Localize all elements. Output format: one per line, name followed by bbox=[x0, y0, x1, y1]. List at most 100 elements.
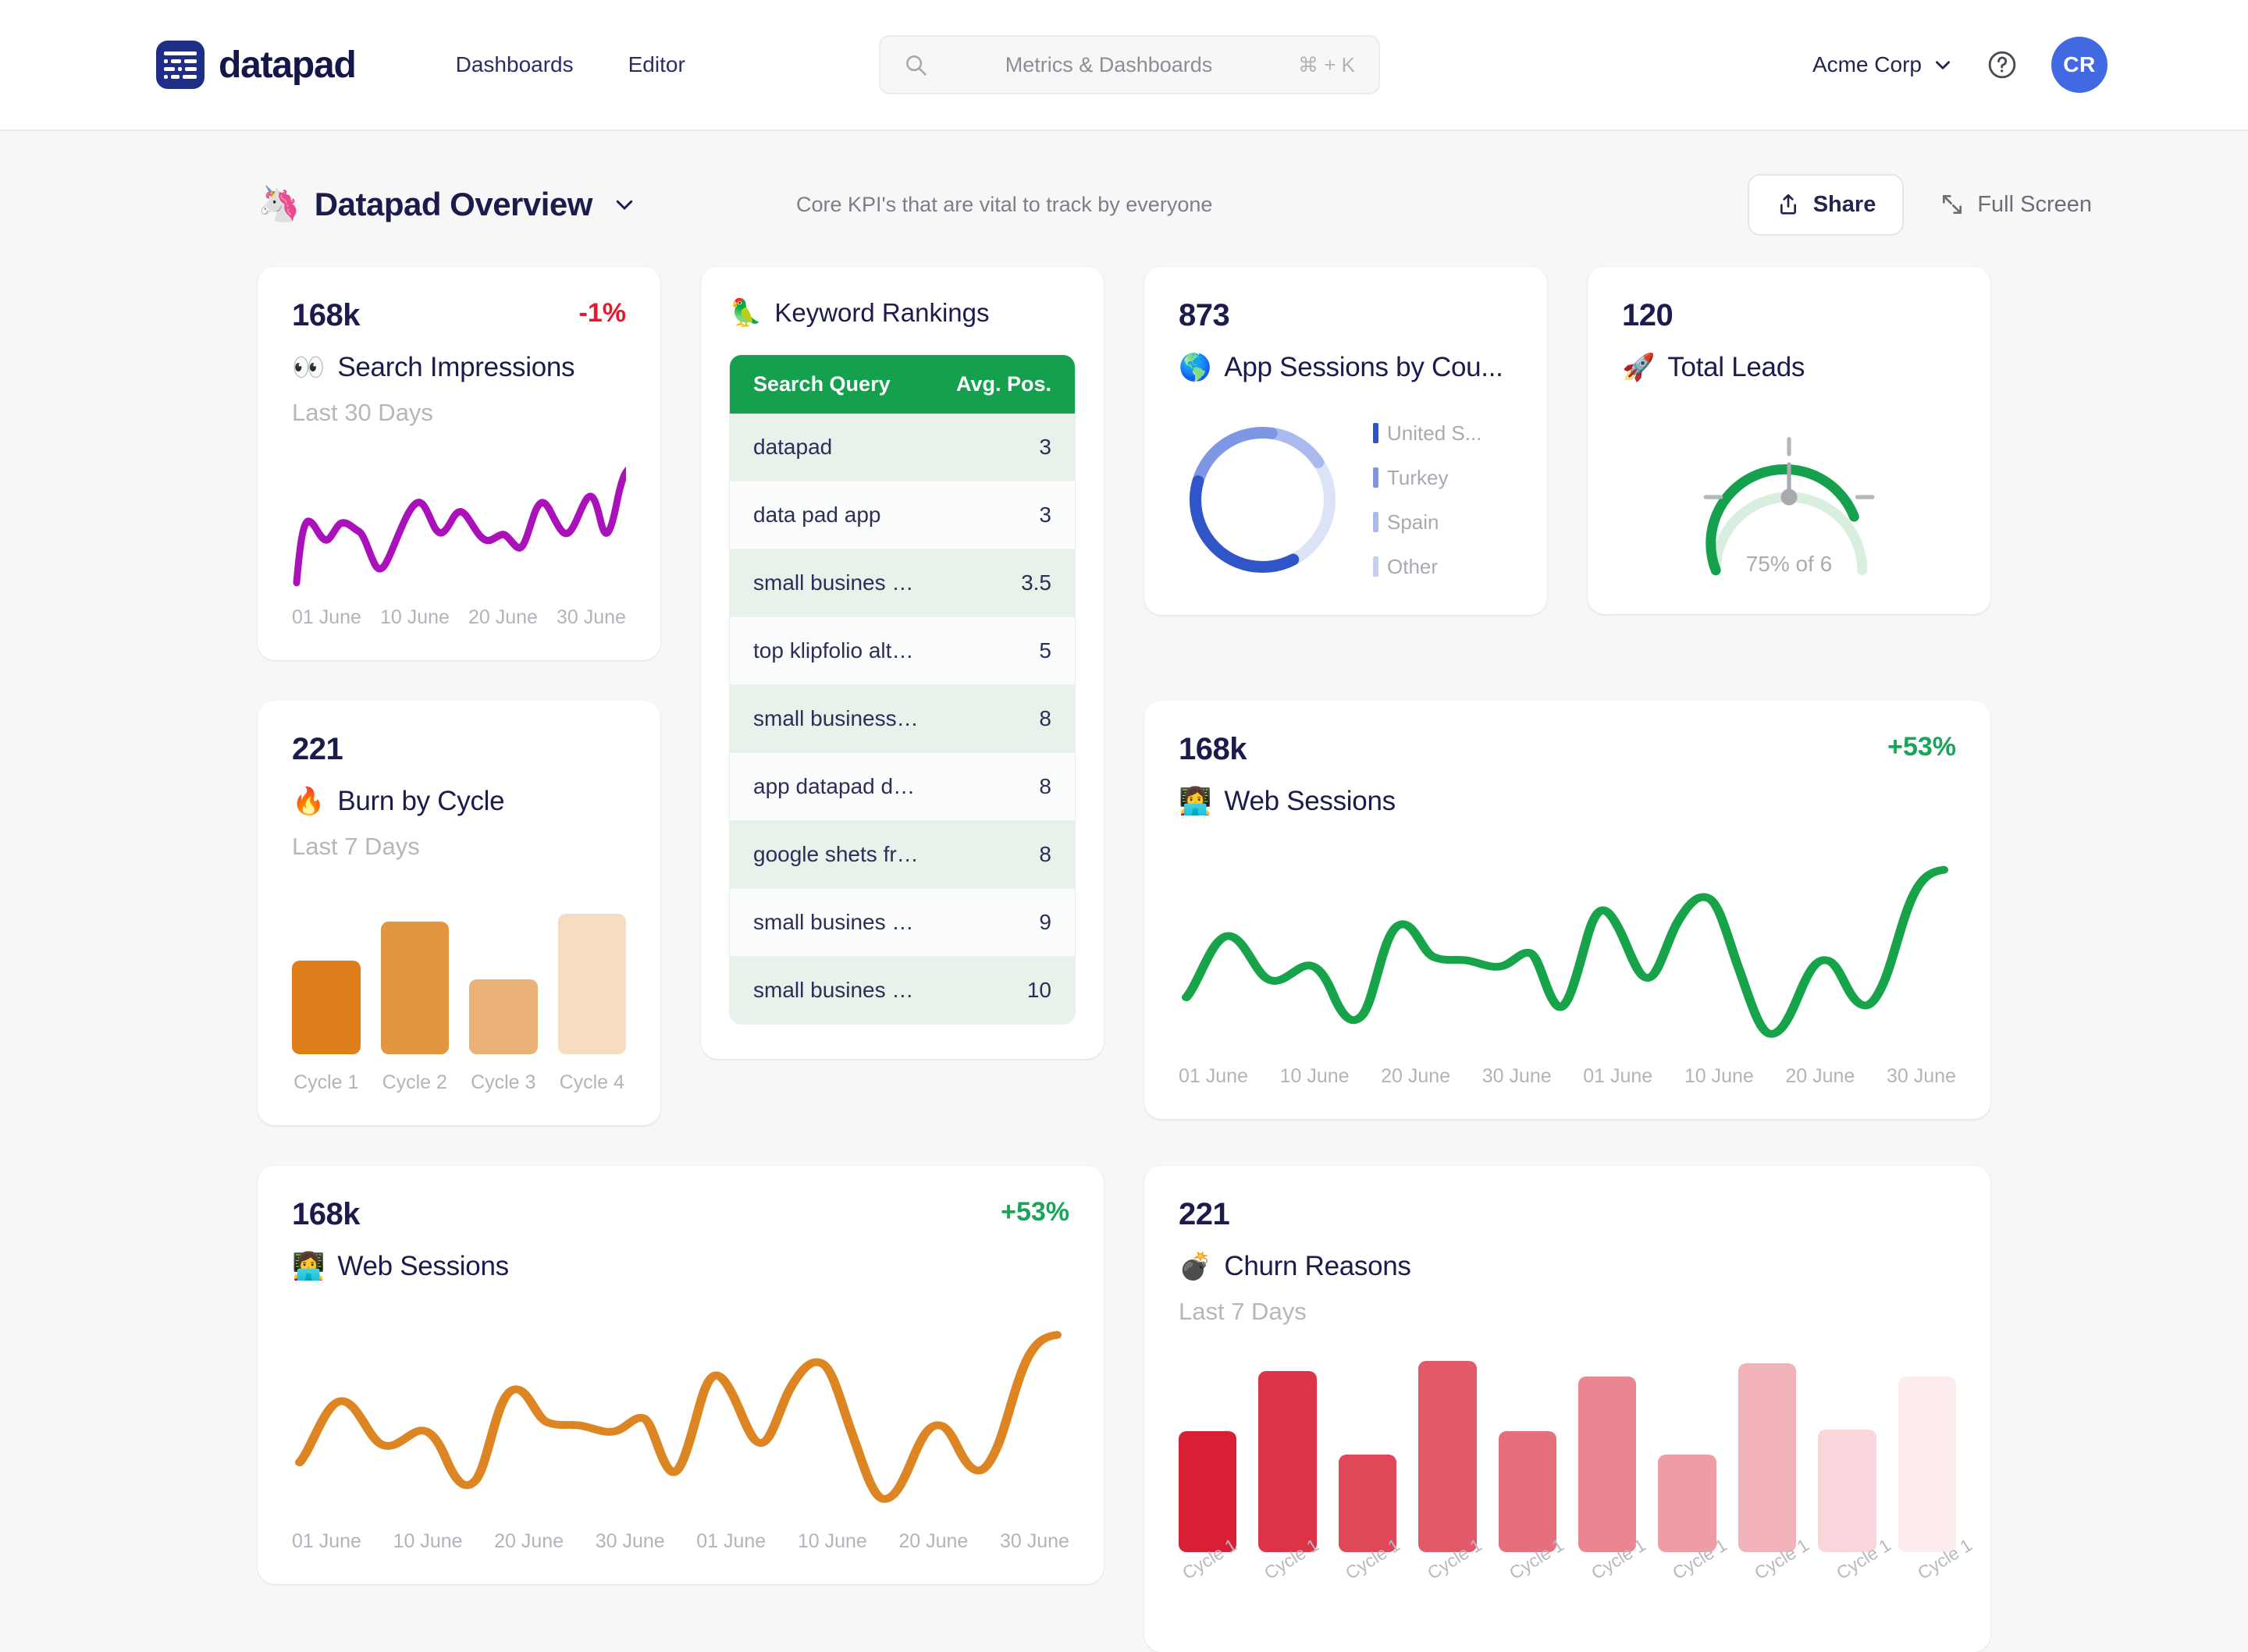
x-axis-labels: 01 June 10 June 20 June 30 June bbox=[292, 606, 626, 629]
fullscreen-button-label: Full Screen bbox=[1977, 191, 2092, 217]
x-tick: Cycle 3 bbox=[471, 1071, 536, 1093]
table-row[interactable]: small business kpis 8 bbox=[730, 685, 1075, 753]
keyword-rankings-table: Search Query Avg. Pos. datapad 3 data pa… bbox=[729, 354, 1076, 1025]
status-badge: +53% bbox=[1887, 732, 1956, 762]
cell-position: 5 bbox=[1039, 638, 1051, 663]
nav-item-dashboards[interactable]: Dashboards bbox=[456, 52, 574, 77]
legend-label: Turkey bbox=[1387, 465, 1449, 489]
cell-query: google shets free t... bbox=[753, 842, 934, 866]
legend-label: Other bbox=[1387, 554, 1439, 578]
globe-icon: 🌎 bbox=[1179, 353, 1212, 382]
kpi-value: 168k bbox=[1179, 732, 1247, 766]
share-upload-icon bbox=[1780, 194, 1796, 215]
table-row[interactable]: app datapad dashb... 8 bbox=[730, 753, 1075, 821]
eyes-icon: 👀 bbox=[292, 353, 325, 382]
share-button[interactable]: Share bbox=[1747, 173, 1905, 236]
card-topline: 168k +53% bbox=[1179, 732, 1956, 767]
legend-item: United S... bbox=[1373, 421, 1481, 446]
card-title-label: Web Sessions bbox=[1224, 786, 1396, 816]
table-row[interactable]: datapad 3 bbox=[730, 414, 1075, 481]
card-burn-by-cycle[interactable]: 221 🔥 Burn by Cycle Last 7 Days Cycle 1 … bbox=[258, 701, 660, 1125]
cell-query: data pad app bbox=[753, 503, 881, 527]
kpi-value: 168k bbox=[292, 298, 360, 332]
card-title-label: Search Impressions bbox=[337, 352, 575, 382]
card-title: 💣 Churn Reasons bbox=[1179, 1251, 1956, 1282]
woman-technologist-icon: 👩‍💻 bbox=[292, 1252, 325, 1281]
card-period: Last 30 Days bbox=[292, 399, 433, 426]
card-title-label: App Sessions by Cou... bbox=[1224, 352, 1503, 382]
x-tick: Cycle 4 bbox=[559, 1071, 624, 1093]
burn-by-cycle-bar-chart bbox=[292, 898, 626, 1054]
legend-item: Other bbox=[1373, 555, 1481, 579]
cell-query: top klipfolio alterna... bbox=[753, 638, 934, 663]
cell-position: 9 bbox=[1039, 910, 1051, 934]
card-topline: 221 bbox=[292, 732, 626, 767]
card-churn-reasons[interactable]: 221 💣 Churn Reasons Last 7 Days Cycle 1 … bbox=[1144, 1166, 1990, 1652]
card-app-sessions[interactable]: 873 🌎 App Sessions by Cou... United S... bbox=[1144, 267, 1547, 615]
card-title: 👩‍💻 Web Sessions bbox=[292, 1251, 1069, 1282]
web-sessions-orange-line-chart bbox=[294, 1330, 1062, 1503]
x-tick: 10 June bbox=[393, 1530, 463, 1552]
x-axis-labels: Cycle 1 Cycle 1 Cycle 1 Cycle 1 Cycle 1 … bbox=[1179, 1534, 1976, 1621]
chevron-down-icon bbox=[616, 200, 633, 210]
card-title: 🚀 Total Leads bbox=[1622, 352, 1956, 383]
kpi-value: 221 bbox=[1179, 1197, 1230, 1231]
bar bbox=[469, 979, 538, 1054]
x-axis-labels: Cycle 1 Cycle 2 Cycle 3 Cycle 4 bbox=[292, 1071, 626, 1094]
card-topline: 221 bbox=[1179, 1197, 1956, 1232]
card-title: 👩‍💻 Web Sessions bbox=[1179, 786, 1956, 817]
cell-position: 3 bbox=[1039, 503, 1051, 527]
card-keyword-rankings[interactable]: 🦜 Keyword Rankings Search Query Avg. Pos… bbox=[701, 267, 1104, 1059]
bar bbox=[292, 961, 361, 1054]
column-header-search-query: Search Query bbox=[753, 372, 891, 396]
kpi-value: 221 bbox=[292, 732, 343, 766]
card-title-label: Keyword Rankings bbox=[774, 298, 990, 327]
card-topline: 168k -1% bbox=[292, 298, 626, 333]
dashboard-actions: Share Full Screen bbox=[1747, 173, 2092, 236]
nav-item-editor[interactable]: Editor bbox=[628, 52, 685, 77]
table-row[interactable]: top klipfolio alterna... 5 bbox=[730, 617, 1075, 685]
bar bbox=[1258, 1370, 1317, 1552]
x-tick: 01 June bbox=[696, 1530, 767, 1552]
cell-query: small busines kpi d... bbox=[753, 570, 934, 595]
dashboard-grid: 168k -1% 👀 Search Impressions Last 30 Da… bbox=[0, 267, 2248, 1652]
card-web-sessions-green[interactable]: 168k +53% 👩‍💻 Web Sessions 01 June 10 Ju… bbox=[1144, 701, 1990, 1119]
org-switcher[interactable]: Acme Corp bbox=[1812, 52, 1953, 77]
card-search-impressions[interactable]: 168k -1% 👀 Search Impressions Last 30 Da… bbox=[258, 267, 660, 660]
user-avatar[interactable]: CR bbox=[2051, 37, 2108, 93]
bomb-icon: 💣 bbox=[1179, 1252, 1212, 1281]
card-total-leads[interactable]: 120 🚀 Total Leads 75% of 6 bbox=[1588, 267, 1990, 614]
dashboard-title-dropdown[interactable]: 🦄 Datapad Overview bbox=[258, 186, 636, 223]
bar bbox=[380, 922, 449, 1054]
x-tick: 30 June bbox=[1886, 1065, 1956, 1087]
legend-label: Spain bbox=[1387, 510, 1439, 534]
cell-position: 8 bbox=[1039, 774, 1051, 798]
table-row[interactable]: google shets free t... 8 bbox=[730, 821, 1075, 889]
cell-position: 8 bbox=[1039, 706, 1051, 730]
kpi-value: 120 bbox=[1622, 298, 1674, 332]
card-period: Last 7 Days bbox=[1179, 1298, 1307, 1325]
brand-logo[interactable]: datapad bbox=[156, 41, 357, 89]
card-title-label: Web Sessions bbox=[337, 1251, 509, 1281]
bar bbox=[1179, 1431, 1237, 1552]
table-row[interactable]: small busines kpi d... 10 bbox=[730, 957, 1075, 1024]
question-circle-icon[interactable] bbox=[1987, 50, 2017, 80]
table-row[interactable]: small busines kpi d... 9 bbox=[730, 889, 1075, 957]
global-search-box[interactable]: Metrics & Dashboards ⌘ + K bbox=[879, 35, 1380, 94]
card-title: 🔥 Burn by Cycle bbox=[292, 786, 626, 817]
cell-query: small business kpis bbox=[753, 706, 934, 730]
donut-svg bbox=[1189, 426, 1336, 574]
card-web-sessions-orange[interactable]: 168k +53% 👩‍💻 Web Sessions 01 June 10 Ju… bbox=[258, 1166, 1104, 1584]
x-tick: 20 June bbox=[898, 1530, 969, 1552]
table-row[interactable]: data pad app 3 bbox=[730, 481, 1075, 549]
churn-reasons-bar-chart bbox=[1179, 1357, 1957, 1552]
fullscreen-button[interactable]: Full Screen bbox=[1940, 192, 2092, 218]
table-row[interactable]: small busines kpi d... 3.5 bbox=[730, 549, 1075, 617]
unicorn-icon: 🦄 bbox=[258, 185, 301, 223]
card-title-label: Burn by Cycle bbox=[337, 786, 505, 816]
x-tick: 10 June bbox=[380, 606, 450, 628]
kpi-value: 873 bbox=[1179, 298, 1230, 332]
x-axis-labels: 01 June 10 June 20 June 30 June 01 June … bbox=[292, 1530, 1069, 1553]
share-button-label: Share bbox=[1812, 191, 1876, 217]
x-tick: 30 June bbox=[557, 606, 626, 628]
